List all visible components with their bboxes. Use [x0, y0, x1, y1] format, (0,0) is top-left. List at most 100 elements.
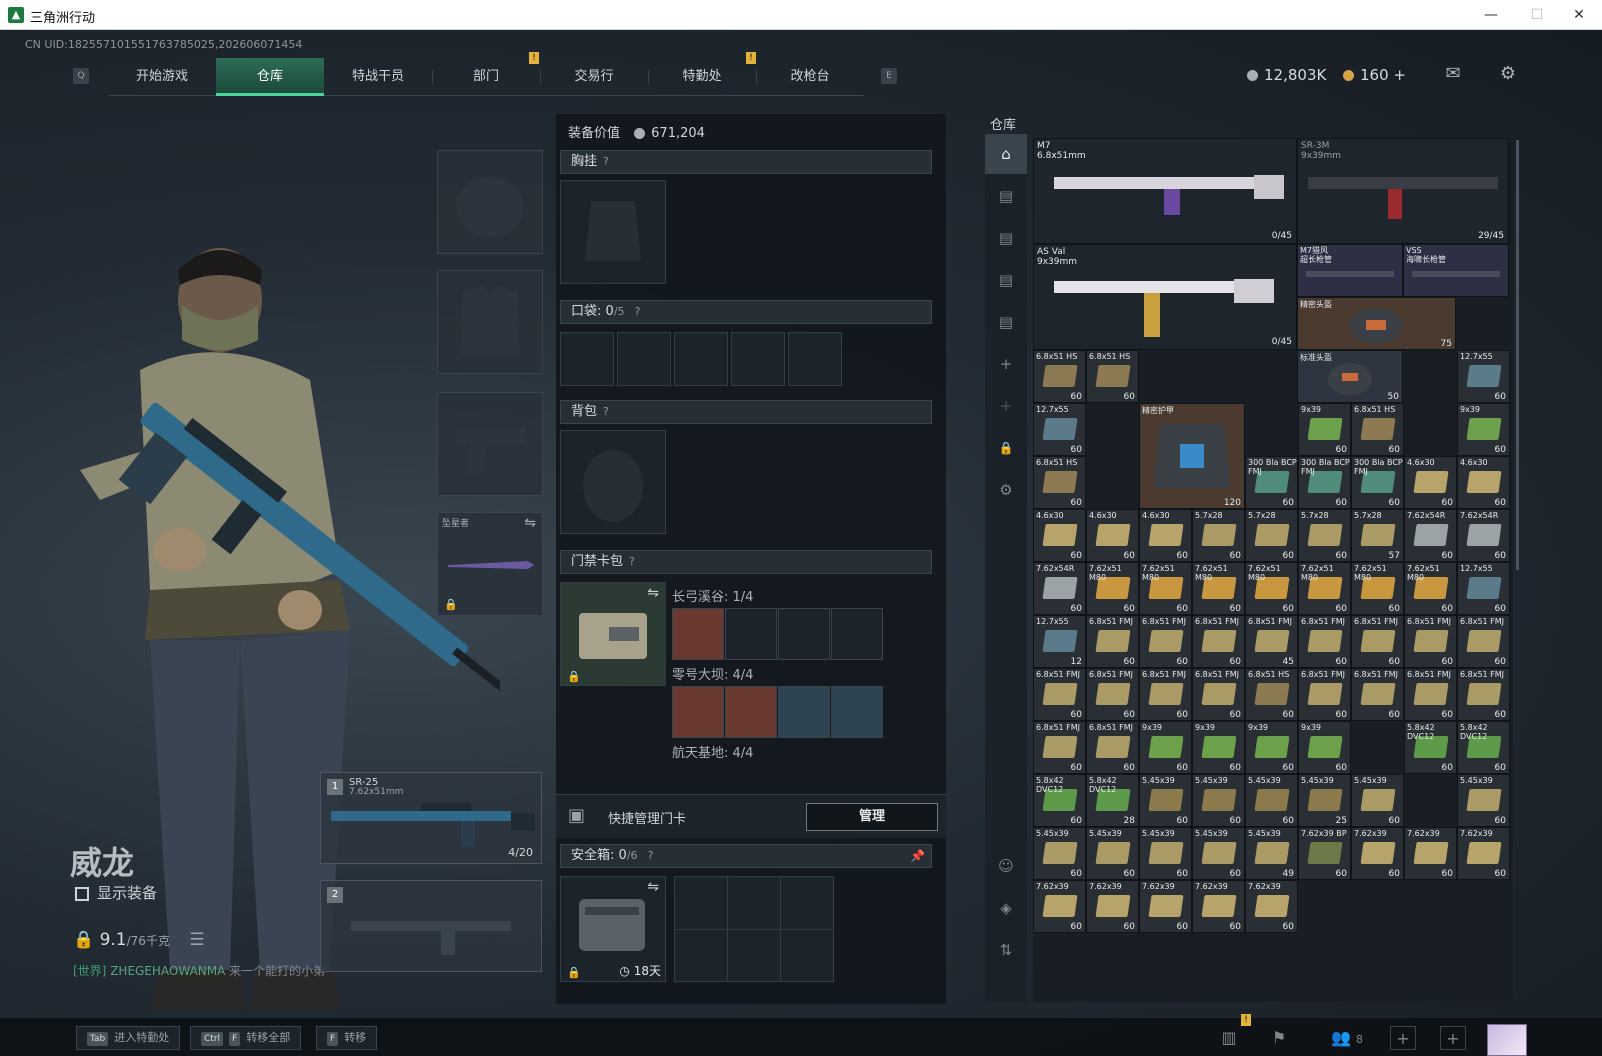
- tab-special-ops[interactable]: 特勤处: [648, 58, 756, 96]
- warehouse-gear[interactable]: 标准头盔 50: [1297, 350, 1403, 403]
- backpack-slot[interactable]: [560, 430, 666, 534]
- hint-transfer-all[interactable]: Ctrl F 转移全部: [190, 1026, 302, 1050]
- stats-icon[interactable]: ▥: [1216, 1026, 1242, 1050]
- operator-icon[interactable]: ☺: [985, 846, 1027, 886]
- help-icon[interactable]: ?: [603, 155, 609, 168]
- ammo-cell[interactable]: 6.8x51 FMJ 60: [1298, 615, 1351, 668]
- keycard-item[interactable]: [778, 686, 830, 738]
- hint-enter-special-ops[interactable]: Tab 进入特勤处: [76, 1026, 181, 1050]
- ammo-cell[interactable]: 6.8x51 FMJ 45: [1245, 615, 1298, 668]
- ammo-cell[interactable]: 6.8x51 FMJ 60: [1086, 721, 1139, 774]
- armor-slot[interactable]: [437, 270, 543, 374]
- ammo-cell[interactable]: 7.62x51 M80 60: [1298, 562, 1351, 615]
- ammo-cell[interactable]: 5.7x28 57: [1351, 509, 1404, 562]
- show-equipment-toggle[interactable]: 显示装备: [75, 882, 157, 903]
- pocket-slot[interactable]: [560, 332, 614, 386]
- ammo-cell[interactable]: 5.45x39 60: [1139, 774, 1192, 827]
- tab-start-game[interactable]: 开始游戏: [108, 58, 216, 96]
- tab-gunsmith[interactable]: 改枪台: [756, 58, 864, 96]
- ammo-cell[interactable]: 7.62x51 M80 60: [1192, 562, 1245, 615]
- world-chat-line[interactable]: [世界] ZHEGEHAOWANMA 来一个能打的小弟: [73, 962, 325, 979]
- ammo-cell[interactable]: 7.62x39 60: [1245, 880, 1298, 933]
- ammo-cell[interactable]: 12.7x55 12: [1033, 615, 1086, 668]
- secondary-weapon-slot[interactable]: 2: [320, 880, 542, 972]
- ammo-cell[interactable]: 6.8x51 FMJ 60: [1457, 615, 1510, 668]
- ammo-cell[interactable]: 6.8x51 FMJ 60: [1192, 615, 1245, 668]
- ammo-cell[interactable]: 6.8x51 HS 60: [1351, 403, 1404, 456]
- pin-icon[interactable]: 📌: [910, 845, 925, 867]
- ammo-cell[interactable]: 9x39 60: [1457, 403, 1510, 456]
- warehouse-attachment[interactable]: M7猎风 超长枪管: [1297, 244, 1403, 297]
- keycard-empty-slot[interactable]: [725, 608, 777, 660]
- ammo-cell[interactable]: 5.45x39 60: [1086, 827, 1139, 880]
- ammo-cell[interactable]: 4.6x30 60: [1139, 509, 1192, 562]
- ammo-cell[interactable]: 5.8x42 DVC12 28: [1086, 774, 1139, 827]
- pocket-slot[interactable]: [674, 332, 728, 386]
- ammo-cell[interactable]: 6.8x51 HS 60: [1033, 456, 1086, 509]
- keycard-item[interactable]: [672, 686, 724, 738]
- flag-icon[interactable]: ⚑: [1266, 1026, 1292, 1050]
- melee-slot[interactable]: 坠星者 ⇋ 🔒: [437, 512, 543, 616]
- ammo-cell[interactable]: 5.45x39 60: [1351, 774, 1404, 827]
- tab-warehouse[interactable]: 仓库: [216, 58, 324, 96]
- ammo-cell[interactable]: 5.7x28 60: [1245, 509, 1298, 562]
- show-equipment-checkbox[interactable]: [75, 886, 89, 901]
- maximize-button[interactable]: ☐: [1514, 0, 1560, 30]
- keycard-item[interactable]: [725, 686, 777, 738]
- warehouse-gear[interactable]: 精密护甲 120: [1139, 403, 1245, 509]
- ammo-cell[interactable]: 9x39 60: [1298, 403, 1351, 456]
- primary-weapon-slot[interactable]: 1 SR-25 7.62x51mm 4/20: [320, 772, 542, 864]
- settings-gear-icon[interactable]: ⚙: [985, 470, 1027, 510]
- swap-icon[interactable]: ⇋: [647, 585, 659, 601]
- add-squad-slot-icon[interactable]: +: [1440, 1026, 1466, 1050]
- ammo-cell[interactable]: 7.62x54R 60: [1457, 509, 1510, 562]
- ammo-cell[interactable]: 6.8x51 FMJ 60: [1033, 721, 1086, 774]
- safebox-grid[interactable]: [674, 876, 834, 982]
- ammo-cell[interactable]: 7.62x39 60: [1351, 827, 1404, 880]
- keycard-empty-slot[interactable]: [831, 608, 883, 660]
- ammo-cell[interactable]: 7.62x54R 60: [1033, 562, 1086, 615]
- chest-rig-slot[interactable]: [560, 180, 666, 284]
- warehouse-weapon[interactable]: M7 6.8x51mm 0/45: [1033, 138, 1297, 244]
- pistol-slot[interactable]: [437, 392, 543, 496]
- pocket-slot[interactable]: [617, 332, 671, 386]
- hint-transfer[interactable]: F 转移: [316, 1026, 378, 1050]
- ammo-cell[interactable]: 6.8x51 HS 60: [1033, 350, 1086, 403]
- ammo-cell[interactable]: 7.62x39 60: [1457, 827, 1510, 880]
- prev-tab-key[interactable]: Q: [73, 68, 89, 84]
- friends-icon[interactable]: 👥 8: [1322, 1026, 1372, 1050]
- add-page-icon[interactable]: +: [985, 344, 1027, 384]
- ammo-cell[interactable]: 5.8x42 DVC12 60: [1033, 774, 1086, 827]
- ammo-cell[interactable]: 7.62x39 BP 60: [1298, 827, 1351, 880]
- ammo-cell[interactable]: 6.8x51 FMJ 60: [1351, 668, 1404, 721]
- pocket-slot[interactable]: [731, 332, 785, 386]
- next-tab-key[interactable]: E: [881, 68, 897, 84]
- ammo-cell[interactable]: 6.8x51 FMJ 60: [1192, 668, 1245, 721]
- ammo-cell[interactable]: 6.8x51 FMJ 60: [1351, 615, 1404, 668]
- warehouse-all-tab-icon[interactable]: ⌂: [985, 134, 1027, 174]
- close-button[interactable]: ✕: [1556, 0, 1602, 30]
- gold-currency[interactable]: 160 +: [1343, 66, 1406, 84]
- ammo-cell[interactable]: 9x39 60: [1192, 721, 1245, 774]
- tab-operators[interactable]: 特战干员: [324, 58, 432, 96]
- ammo-cell[interactable]: 5.45x39 60: [1192, 774, 1245, 827]
- ammo-cell[interactable]: 5.45x39 49: [1245, 827, 1298, 880]
- ammo-cell[interactable]: 300 Bla BCP FMJ 60: [1245, 456, 1298, 509]
- swap-icon[interactable]: ⇋: [647, 879, 659, 895]
- warehouse-weapon[interactable]: SR-3M 9x39mm 29/45: [1297, 138, 1509, 244]
- mail-icon[interactable]: ✉: [1442, 64, 1464, 84]
- warehouse-page-4-icon[interactable]: ▤: [985, 260, 1027, 300]
- pocket-slot[interactable]: [788, 332, 842, 386]
- ammo-cell[interactable]: 7.62x39 60: [1033, 880, 1086, 933]
- ammo-cell[interactable]: 7.62x51 M80 60: [1139, 562, 1192, 615]
- keycard-item[interactable]: [831, 686, 883, 738]
- ammo-cell[interactable]: 9x39 60: [1245, 721, 1298, 774]
- settings-gear-icon[interactable]: ⚙: [1497, 64, 1519, 84]
- help-icon[interactable]: ?: [629, 555, 635, 568]
- ammo-cell[interactable]: 5.45x39 60: [1192, 827, 1245, 880]
- player-avatar[interactable]: [1487, 1024, 1527, 1056]
- swap-icon[interactable]: ⇋: [524, 515, 536, 531]
- ammo-cell[interactable]: 5.7x28 60: [1192, 509, 1245, 562]
- ammo-cell[interactable]: 9x39 60: [1298, 721, 1351, 774]
- ammo-cell[interactable]: 6.8x51 FMJ 60: [1086, 615, 1139, 668]
